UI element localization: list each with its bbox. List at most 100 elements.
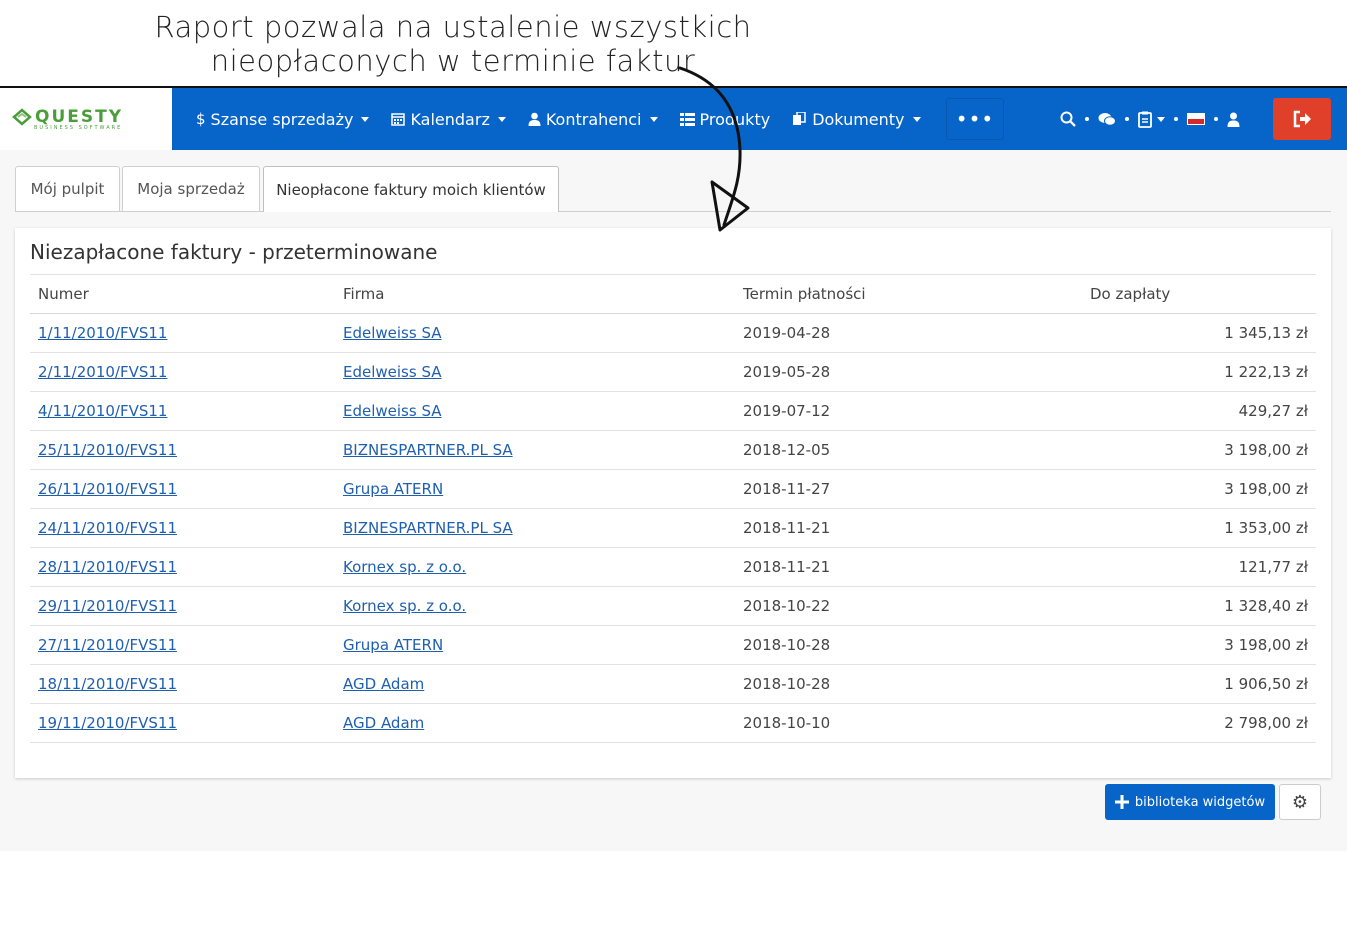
tab-unpaid-invoices[interactable]: Nieopłacone faktury moich klientów [263, 166, 559, 212]
invoice-number-link[interactable]: 24/11/2010/FVS11 [38, 519, 177, 537]
table-row: 27/11/2010/FVS11 Grupa ATERN 2018-10-28 3 1… [30, 625, 1316, 665]
company-link[interactable]: Kornex sp. z o.o. [343, 558, 466, 576]
table-row: 25/11/2010/FVS11 BIZNESPARTNER.PL SA 2018-… [30, 430, 1316, 470]
logo[interactable]: QUESTY BUSINESS SOFTWARE [0, 88, 172, 150]
cell-company: Edelweiss SA [335, 313, 735, 353]
clipboard-icon [1138, 111, 1152, 128]
company-link[interactable]: Grupa ATERN [343, 480, 443, 498]
cell-amount: 1 906,50 zł [1082, 664, 1316, 704]
invoice-number-link[interactable]: 29/11/2010/FVS11 [38, 597, 177, 615]
tasks-menu[interactable] [1138, 111, 1165, 128]
cell-due-date: 2019-07-12 [735, 391, 1082, 431]
poland-flag-icon[interactable] [1187, 113, 1205, 125]
cell-due-date: 2018-10-22 [735, 586, 1082, 626]
invoices-table: Numer Firma Termin płatności Do zapłaty … [30, 274, 1316, 743]
settings-button[interactable]: ⚙ [1279, 784, 1321, 820]
cell-number: 29/11/2010/FVS11 [30, 586, 335, 626]
invoice-number-link[interactable]: 1/11/2010/FVS11 [38, 324, 167, 342]
annotation-line-1: Raport pozwala na ustalenie wszystkich [154, 10, 752, 44]
company-link[interactable]: AGD Adam [343, 675, 424, 693]
chevron-down-icon [912, 116, 921, 122]
cell-company: BIZNESPARTNER.PL SA [335, 430, 735, 470]
cell-due-date: 2018-11-27 [735, 469, 1082, 509]
cell-amount: 429,27 zł [1082, 391, 1316, 431]
column-header-amount[interactable]: Do zapłaty [1082, 274, 1316, 314]
tab-my-sales[interactable]: Moja sprzedaż [122, 166, 260, 211]
invoice-number-link[interactable]: 18/11/2010/FVS11 [38, 675, 177, 693]
company-link[interactable]: Edelweiss SA [343, 363, 442, 381]
dollar-icon: $ [196, 110, 206, 128]
cell-amount: 1 345,13 zł [1082, 313, 1316, 353]
company-link[interactable]: BIZNESPARTNER.PL SA [343, 441, 513, 459]
cell-amount: 121,77 zł [1082, 547, 1316, 587]
table-row: 18/11/2010/FVS11 AGD Adam 2018-10-28 1 906,… [30, 664, 1316, 704]
cell-due-date: 2019-05-28 [735, 352, 1082, 392]
cell-company: Edelweiss SA [335, 391, 735, 431]
toolbar-right [1060, 88, 1240, 150]
logout-button[interactable] [1273, 98, 1331, 140]
chat-icon[interactable] [1098, 112, 1116, 127]
table-row: 4/11/2010/FVS11 Edelweiss SA 2019-07-12 429… [30, 391, 1316, 431]
cell-amount: 3 198,00 zł [1082, 625, 1316, 665]
plus-icon [1114, 795, 1129, 809]
invoice-number-link[interactable]: 19/11/2010/FVS11 [38, 714, 177, 732]
tab-my-desktop[interactable]: Mój pulpit [15, 166, 120, 211]
column-header-due-date[interactable]: Termin płatności [735, 274, 1082, 314]
company-link[interactable]: Kornex sp. z o.o. [343, 597, 466, 615]
table-row: 29/11/2010/FVS11 Kornex sp. z o.o. 2018-10… [30, 586, 1316, 626]
logo-text: QUESTY [35, 107, 124, 127]
chevron-down-icon [1157, 116, 1165, 122]
invoice-number-link[interactable]: 27/11/2010/FVS11 [38, 636, 177, 654]
invoice-number-link[interactable]: 28/11/2010/FVS11 [38, 558, 177, 576]
cell-amount: 1 353,00 zł [1082, 508, 1316, 548]
cell-company: Grupa ATERN [335, 625, 735, 665]
company-link[interactable]: Grupa ATERN [343, 636, 443, 654]
documents-icon [793, 112, 806, 125]
nav-item-label: Dokumenty [812, 109, 905, 129]
more-menu-button[interactable]: ••• [946, 98, 1004, 140]
separator-dot [1125, 117, 1129, 121]
search-icon[interactable] [1060, 111, 1076, 127]
sign-out-icon [1293, 110, 1311, 128]
cell-number: 4/11/2010/FVS11 [30, 391, 335, 431]
cell-number: 24/11/2010/FVS11 [30, 508, 335, 548]
nav-item-calendar[interactable]: Kalendarz [391, 109, 506, 129]
cell-company: Kornex sp. z o.o. [335, 547, 735, 587]
cell-number: 2/11/2010/FVS11 [30, 352, 335, 392]
widget-library-label: biblioteka widgetów [1134, 794, 1266, 810]
cell-amount: 1 222,13 zł [1082, 352, 1316, 392]
invoice-number-link[interactable]: 26/11/2010/FVS11 [38, 480, 177, 498]
gear-icon: ⚙ [1291, 791, 1309, 813]
cell-due-date: 2018-12-05 [735, 430, 1082, 470]
column-header-company[interactable]: Firma [335, 274, 735, 314]
cell-company: Kornex sp. z o.o. [335, 586, 735, 626]
nav-item-opportunities[interactable]: $ Szanse sprzedaży [196, 110, 370, 129]
unpaid-invoices-widget: Niezapłacone faktury - przeterminowane N… [15, 228, 1331, 778]
cell-number: 19/11/2010/FVS11 [30, 703, 335, 743]
invoice-number-link[interactable]: 25/11/2010/FVS11 [38, 441, 177, 459]
logo-mark-icon [12, 108, 32, 126]
nav-item-documents[interactable]: Dokumenty [792, 109, 921, 129]
nav-item-contractors[interactable]: Kontrahenci [528, 110, 658, 129]
table-row: 1/11/2010/FVS11 Edelweiss SA 2019-04-28 1 3… [30, 313, 1316, 353]
calendar-icon [391, 113, 406, 126]
cell-number: 27/11/2010/FVS11 [30, 625, 335, 665]
widget-library-button[interactable]: biblioteka widgetów [1105, 784, 1275, 820]
cell-number: 28/11/2010/FVS11 [30, 547, 335, 587]
cell-number: 18/11/2010/FVS11 [30, 664, 335, 704]
cell-due-date: 2018-10-28 [735, 664, 1082, 704]
company-link[interactable]: BIZNESPARTNER.PL SA [343, 519, 513, 537]
cell-due-date: 2018-11-21 [735, 547, 1082, 587]
logo-tagline: BUSINESS SOFTWARE [34, 125, 123, 131]
cell-company: AGD Adam [335, 664, 735, 704]
user-profile-icon[interactable] [1227, 112, 1240, 127]
main-menu: $ Szanse sprzedaży Kalendarz Kontrahenci… [196, 88, 921, 150]
invoice-number-link[interactable]: 2/11/2010/FVS11 [38, 363, 167, 381]
company-link[interactable]: Edelweiss SA [343, 402, 442, 420]
column-header-number[interactable]: Numer [30, 274, 335, 314]
company-link[interactable]: Edelweiss SA [343, 324, 442, 342]
company-link[interactable]: AGD Adam [343, 714, 424, 732]
nav-item-label: Kalendarz [410, 109, 490, 129]
invoice-number-link[interactable]: 4/11/2010/FVS11 [38, 402, 167, 420]
cell-number: 26/11/2010/FVS11 [30, 469, 335, 509]
